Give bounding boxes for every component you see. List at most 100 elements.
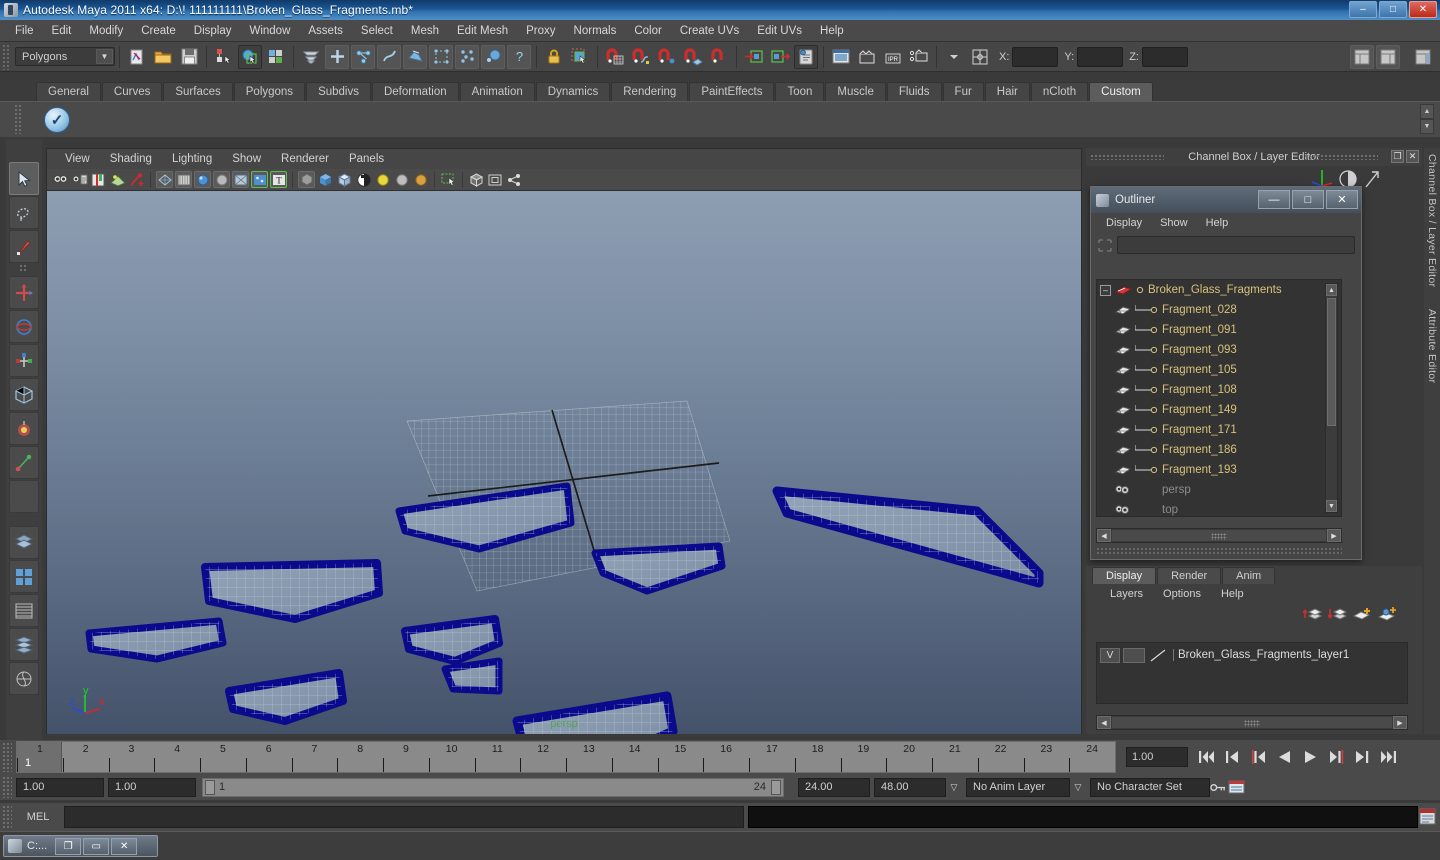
move-tool-button[interactable] [9,276,39,309]
outliner-menu-show[interactable]: Show [1151,217,1197,229]
chevron-down-icon[interactable]: ▼ [96,49,113,64]
minimize-button[interactable]: – [1349,1,1377,18]
shadows-icon[interactable] [232,171,249,188]
range-slider-grip[interactable] [2,776,12,798]
outliner-search-input[interactable] [1117,236,1355,254]
select-edges-icon[interactable] [429,44,453,69]
xray-mode-icon[interactable] [298,171,315,188]
paint-selection-tool-button[interactable] [9,230,39,263]
range-start-time-field[interactable]: 1.00 [108,777,196,797]
two-sided-lighting-icon[interactable] [468,171,485,188]
show-attribute-editor-icon[interactable] [1350,44,1374,69]
menu-edit-mesh[interactable]: Edit Mesh [448,21,517,41]
layer-horizontal-scrollbar[interactable]: ◀ ▶ [1096,715,1408,730]
layer-playback-toggle[interactable] [1123,647,1145,663]
x-input[interactable] [1012,46,1059,67]
sidebar-toggle-chevron-icon[interactable] [942,45,966,69]
open-scene-icon[interactable] [151,45,175,69]
outliner-row-mesh[interactable]: Fragment_105 [1097,360,1341,380]
move-layer-down-icon[interactable] [1328,606,1348,622]
command-output-field[interactable] [748,806,1418,828]
modeling-mode-icon[interactable] [568,45,592,69]
menu-proxy[interactable]: Proxy [517,21,564,41]
shelf-tab-muscle[interactable]: Muscle [825,82,886,101]
layer-type-icon[interactable] [1148,648,1170,663]
snap-to-curve-icon[interactable] [629,45,653,69]
outliner-row-mesh[interactable]: Fragment_149 [1097,400,1341,420]
scroll-thumb[interactable] [1327,298,1336,426]
image-plane-icon[interactable] [109,171,126,188]
command-input-field[interactable] [64,806,744,828]
scroll-down-icon[interactable]: ▼ [1326,500,1337,512]
input-connections-icon[interactable] [742,45,766,69]
new-scene-icon[interactable] [125,45,149,69]
statusline-grip[interactable] [2,43,11,70]
select-vertices-icon[interactable] [403,44,427,69]
checkerboard-icon[interactable] [355,171,372,188]
outliner-row-mesh[interactable]: Fragment_108 [1097,380,1341,400]
layer-menu-help[interactable]: Help [1211,588,1254,600]
shelf-tab-curves[interactable]: Curves [101,82,163,101]
step-forward-frame-button[interactable] [1326,748,1346,766]
shelf-tab-painteffects[interactable]: PaintEffects [689,82,775,101]
menu-set-selector[interactable]: Polygons ▼ [15,47,115,66]
use-default-lighting-icon[interactable] [213,171,230,188]
outliner-row-mesh[interactable]: Fragment_091 [1097,320,1341,340]
menu-normals[interactable]: Normals [565,21,626,41]
character-set-selector[interactable]: No Character Set [1090,777,1210,797]
outliner-row-camera[interactable]: persp [1097,480,1341,500]
selection-mask-icon[interactable] [299,45,323,69]
scale-tool-button[interactable] [9,344,39,377]
z-input[interactable] [1141,46,1188,67]
shelf-scroll-up-icon[interactable]: ▲ [1420,104,1434,119]
layer-list[interactable]: V Broken_Glass_Fragments_layer1 [1096,642,1408,704]
xray-text-icon[interactable]: T [270,171,287,188]
frame-all-icon[interactable] [487,171,504,188]
command-line-grip[interactable] [2,805,12,829]
layout-four-view-button[interactable] [9,560,39,593]
play-backwards-button[interactable] [1274,748,1294,766]
show-channel-box-icon[interactable] [1411,45,1435,69]
range-right-handle[interactable] [771,779,781,795]
save-scene-icon[interactable] [177,45,201,69]
lock-icon[interactable] [542,45,566,69]
panel-layout-icon[interactable] [968,45,992,69]
select-faces-icon[interactable] [455,44,479,69]
shelf-tab-animation[interactable]: Animation [459,82,535,101]
select-tool-button[interactable] [9,162,39,195]
shelf-tab-toon[interactable]: Toon [775,82,825,101]
menu-color[interactable]: Color [625,21,670,41]
outliner-vertical-scrollbar[interactable]: ▲ ▼ [1325,283,1338,513]
shelf-tab-general[interactable]: General [36,82,101,101]
lasso-tool-button[interactable] [9,196,39,229]
shaded-cube-blue-icon[interactable] [317,171,334,188]
outliner-row-mesh[interactable]: Fragment_171 [1097,420,1341,440]
bookmark-icon[interactable] [90,171,107,188]
anim-layer-chevron-icon[interactable]: ▽ [946,778,962,797]
go-to-end-button[interactable] [1378,748,1398,766]
outliner-horizontal-scrollbar[interactable]: ◀ ▶ [1096,528,1342,543]
snap-to-point-icon[interactable] [655,45,679,69]
menu-create-uvs[interactable]: Create UVs [671,21,748,41]
layout-hypershade-button[interactable] [9,662,39,695]
help-question-icon[interactable]: ? [507,44,531,69]
layer-visibility-toggle[interactable]: V [1100,647,1120,663]
layout-persp-outliner-button[interactable] [9,594,39,627]
shelf-tab-polygons[interactable]: Polygons [233,82,306,101]
range-left-handle[interactable] [205,779,215,795]
viewport-menu-lighting[interactable]: Lighting [162,153,222,165]
outliner-resize-grip[interactable] [1096,547,1342,554]
outliner-row-mesh[interactable]: Fragment_028 [1097,300,1341,320]
scroll-up-icon[interactable]: ▲ [1326,284,1337,296]
current-time-field[interactable]: 1.00 [1126,747,1188,767]
taskbar-restore-button[interactable]: ❐ [55,837,82,855]
go-to-start-button[interactable] [1196,748,1216,766]
outliner-menu-help[interactable]: Help [1197,217,1238,229]
wireframe-shading-icon[interactable] [156,171,173,188]
menu-edit[interactable]: Edit [43,21,81,41]
outliner-row-mesh[interactable]: Fragment_186 [1097,440,1341,460]
menu-create[interactable]: Create [132,21,185,41]
outliner-close-button[interactable]: ✕ [1326,190,1358,209]
outliner-title-bar[interactable]: Outliner — □ ✕ [1091,187,1361,213]
shelf-tab-dynamics[interactable]: Dynamics [535,82,611,101]
